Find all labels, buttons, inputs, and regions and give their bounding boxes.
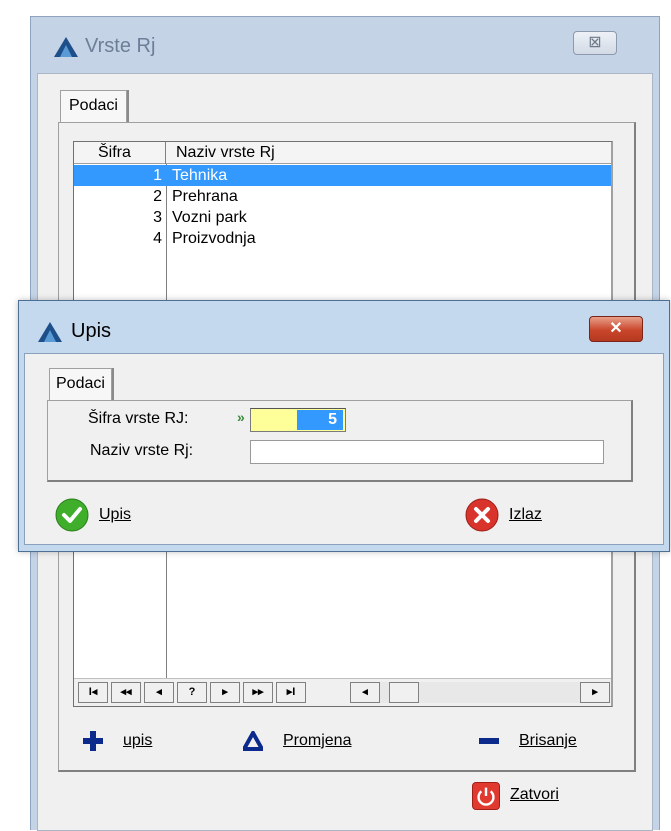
scroll-left-arrow-icon[interactable]: ◂: [350, 682, 380, 703]
close-window-button[interactable]: ⊠: [573, 31, 617, 55]
required-marker: »: [237, 409, 245, 425]
promjena-action-label: Promjena: [283, 732, 352, 749]
zatvori-button[interactable]: Zatvori: [472, 782, 612, 812]
upis-dialog: Upis ✕ Podaci Šifra vrste RJ: » 5 Naziv …: [18, 300, 670, 552]
column-header-naziv[interactable]: Naziv vrste Rj: [176, 142, 275, 164]
cell-sifra: 4: [153, 230, 162, 247]
horizontal-scrollbar[interactable]: [350, 682, 580, 703]
sifra-input[interactable]: 5: [250, 408, 346, 432]
nav-next-page-button[interactable]: ▸▸: [243, 682, 273, 703]
plus-icon: [83, 731, 103, 751]
close-dialog-button[interactable]: ✕: [589, 316, 643, 342]
tab-podaci[interactable]: Podaci: [49, 368, 112, 400]
cancel-x-icon: [465, 498, 499, 532]
sifra-label: Šifra vrste RJ:: [88, 410, 189, 427]
brisanje-action[interactable]: Brisanje: [479, 727, 609, 755]
cell-sifra: 3: [153, 209, 162, 226]
nav-first-button[interactable]: I◂: [78, 682, 108, 703]
brisanje-action-label: Brisanje: [519, 732, 577, 749]
table-row[interactable]: 4 Proizvodnja: [74, 228, 611, 249]
dialog-client-area: Podaci Šifra vrste RJ: » 5 Naziv vrste R…: [24, 353, 664, 545]
scrollbar-thumb[interactable]: [389, 682, 419, 703]
upis-button[interactable]: Upis: [55, 498, 175, 532]
nav-next-button[interactable]: ▸: [210, 682, 240, 703]
izlaz-button-label: Izlaz: [509, 506, 542, 523]
cell-naziv: Proizvodnja: [172, 230, 256, 247]
minus-icon: [479, 738, 499, 744]
grid-header: Šifra Naziv vrste Rj: [74, 142, 611, 164]
sifra-value: 5: [297, 410, 343, 430]
zatvori-label: Zatvori: [510, 786, 559, 803]
naziv-label: Naziv vrste Rj:: [90, 442, 194, 459]
upis-action[interactable]: upis: [83, 727, 183, 755]
upis-button-label: Upis: [99, 506, 132, 523]
nav-search-button[interactable]: ?: [177, 682, 207, 703]
checkmark-icon: [55, 498, 89, 532]
cell-naziv: Vozni park: [172, 209, 247, 226]
triangle-icon: [243, 731, 263, 751]
vrste-rj-titlebar: Vrste Rj ⊠: [31, 17, 659, 73]
scroll-right-arrow-icon[interactable]: ▸: [580, 682, 610, 703]
cell-sifra: 2: [153, 188, 162, 205]
naziv-input[interactable]: [250, 440, 604, 464]
tab-podaci[interactable]: Podaci: [60, 90, 127, 122]
cell-sifra: 1: [153, 167, 162, 184]
table-row[interactable]: 3 Vozni park: [74, 207, 611, 228]
nav-prev-button[interactable]: ◂: [144, 682, 174, 703]
app-logo-icon: [38, 322, 62, 342]
grid-navigator: I◂ ◂◂ ◂ ? ▸ ▸▸ ▸I ◂ ▸: [74, 678, 611, 706]
app-logo-icon: [54, 37, 78, 57]
column-header-sifra[interactable]: Šifra: [74, 142, 166, 164]
cell-naziv: Tehnika: [172, 167, 228, 184]
table-row[interactable]: 2 Prehrana: [74, 186, 611, 207]
nav-prev-page-button[interactable]: ◂◂: [111, 682, 141, 703]
power-icon: [472, 782, 500, 810]
tab-panel: Šifra vrste RJ: » 5 Naziv vrste Rj:: [47, 400, 633, 482]
izlaz-button[interactable]: Izlaz: [465, 498, 585, 532]
dialog-title: Upis: [71, 320, 112, 342]
cell-naziv: Prehrana: [172, 188, 238, 205]
table-row[interactable]: 1 Tehnika: [74, 165, 611, 186]
window-title: Vrste Rj: [85, 35, 156, 57]
nav-last-button[interactable]: ▸I: [276, 682, 306, 703]
promjena-action[interactable]: Promjena: [243, 727, 383, 755]
upis-action-label: upis: [123, 732, 153, 749]
